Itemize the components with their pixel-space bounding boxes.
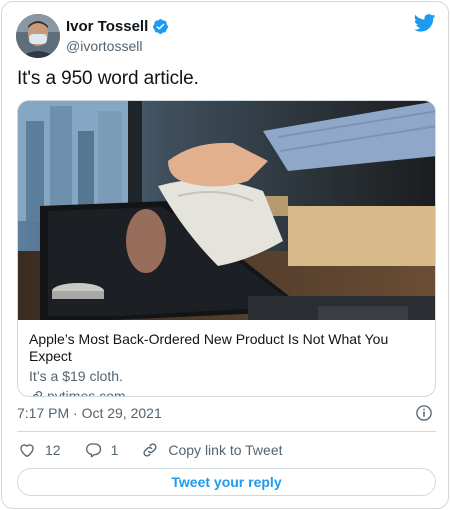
verified-badge-icon (153, 19, 169, 34)
link-icon (32, 390, 42, 396)
avatar-photo-icon (16, 14, 60, 58)
like-action[interactable]: 12 (18, 441, 61, 459)
link-description: It’s a $19 cloth. (29, 368, 123, 384)
reply-bubble-icon (85, 443, 101, 458)
tweet-your-reply-button[interactable]: Tweet your reply (17, 468, 436, 496)
tweet-card: Ivor Tossell @ivortossell It's a 950 wor… (1, 1, 449, 509)
tweet-text: It's a 950 word article. (17, 68, 199, 89)
reply-count: 1 (110, 442, 119, 458)
reply-action[interactable]: 1 (84, 441, 119, 459)
link-domain-row: nytimes.com (29, 387, 427, 397)
handle[interactable]: @ivortossell (66, 38, 142, 54)
info-icon[interactable] (415, 404, 433, 422)
like-count: 12 (45, 442, 61, 458)
tweet-header: Ivor Tossell @ivortossell (16, 14, 436, 58)
link-icon (143, 443, 157, 457)
display-name[interactable]: Ivor Tossell (66, 18, 148, 35)
copy-link-label: Copy link to Tweet (168, 442, 283, 458)
avatar[interactable] (16, 14, 60, 58)
tweet-timestamp[interactable]: 7:17 PM · Oct 29, 2021 (17, 405, 162, 421)
link-preview-card[interactable]: Apple’s Most Back-Ordered New Product Is… (17, 100, 436, 397)
link-domain: nytimes.com (47, 388, 126, 397)
twitter-bird-icon[interactable] (414, 14, 436, 32)
link-title[interactable]: Apple’s Most Back-Ordered New Product Is… (29, 331, 427, 365)
heart-icon (20, 444, 34, 458)
copy-link-action[interactable]: Copy link to Tweet (141, 441, 283, 459)
divider (17, 431, 436, 432)
tweet-actions: 12 1 Copy link to Tweet (18, 440, 306, 460)
name-row: Ivor Tossell (66, 18, 169, 35)
link-preview-meta: Apple’s Most Back-Ordered New Product Is… (29, 331, 427, 397)
link-preview-image[interactable] (18, 101, 436, 320)
